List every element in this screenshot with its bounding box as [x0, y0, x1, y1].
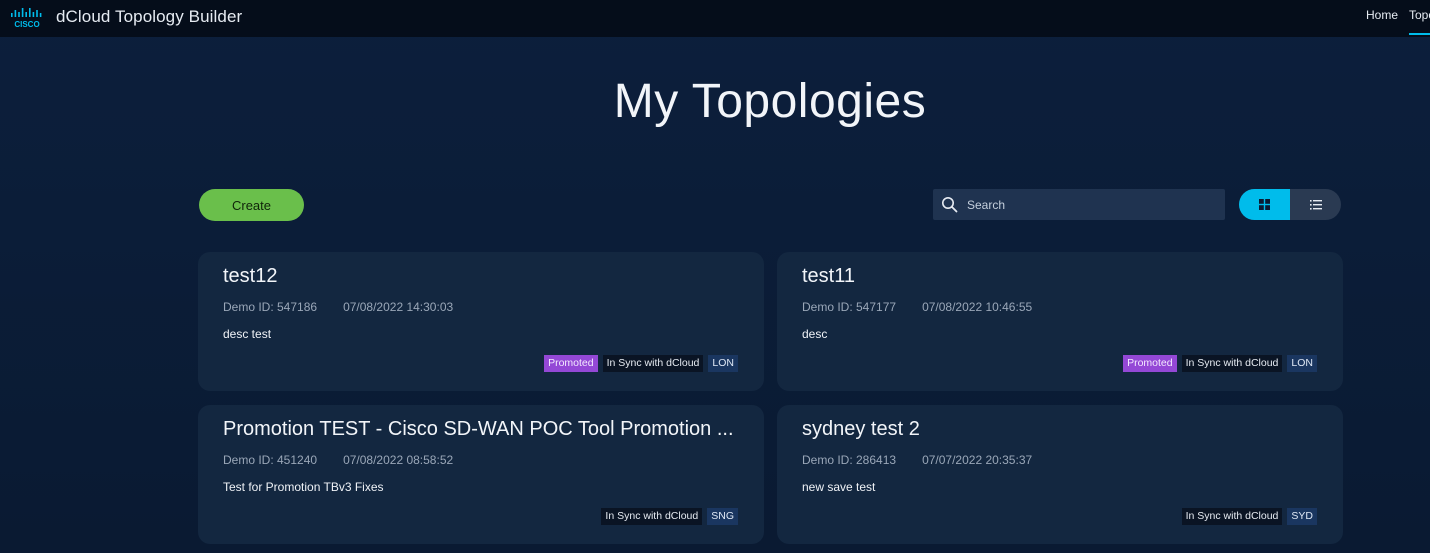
- sync-status-badge: In Sync with dCloud: [1181, 355, 1283, 372]
- grid-icon: [1259, 199, 1270, 210]
- card-title[interactable]: test12: [223, 265, 277, 288]
- card-date: 07/08/2022 10:46:55: [922, 300, 1033, 314]
- card-date: 07/08/2022 08:58:52: [343, 453, 454, 467]
- promoted-badge: Promoted: [544, 355, 598, 372]
- search-box[interactable]: [933, 189, 1225, 220]
- top-bar: CISCO dCloud Topology Builder Home Topol…: [0, 0, 1430, 37]
- cisco-logo-icon[interactable]: CISCO: [10, 7, 44, 29]
- page-title: My Topologies: [613, 75, 927, 128]
- card-badges: Promoted In Sync with dCloud LON: [1123, 355, 1317, 372]
- sync-status-badge: In Sync with dCloud: [601, 508, 703, 525]
- card-date: 07/07/2022 20:35:37: [922, 453, 1033, 467]
- demo-id: Demo ID: 547186: [223, 300, 318, 314]
- sync-status-badge: In Sync with dCloud: [602, 355, 704, 372]
- card-description: desc test: [223, 327, 272, 341]
- card-description: new save test: [802, 480, 876, 494]
- promoted-badge: Promoted: [1123, 355, 1177, 372]
- card-badges: Promoted In Sync with dCloud LON: [544, 355, 738, 372]
- topology-card[interactable]: test11 Demo ID: 547177 07/08/2022 10:46:5…: [777, 252, 1343, 391]
- app-title: dCloud Topology Builder: [56, 7, 243, 26]
- grid-view-button[interactable]: [1239, 189, 1290, 220]
- demo-id: Demo ID: 547177: [802, 300, 897, 314]
- card-meta: Demo ID: 547186 07/08/2022 14:30:03: [223, 300, 453, 314]
- demo-id: Demo ID: 286413: [802, 453, 897, 467]
- location-badge: LON: [708, 355, 738, 372]
- create-button[interactable]: Create: [199, 189, 304, 221]
- svg-text:CISCO: CISCO: [14, 20, 39, 29]
- card-meta: Demo ID: 547177 07/08/2022 10:46:55: [802, 300, 1032, 314]
- card-description: desc: [802, 327, 828, 341]
- list-view-button[interactable]: [1290, 189, 1341, 220]
- demo-id: Demo ID: 451240: [223, 453, 318, 467]
- topology-card[interactable]: Promotion TEST - Cisco SD-WAN POC Tool P…: [198, 405, 764, 544]
- nav-topologies[interactable]: Topologies: [1409, 8, 1430, 36]
- card-meta: Demo ID: 451240 07/08/2022 08:58:52: [223, 453, 453, 467]
- location-badge: SYD: [1287, 508, 1317, 525]
- list-icon: [1309, 199, 1322, 210]
- topology-card[interactable]: sydney test 2 Demo ID: 286413 07/07/2022 …: [777, 405, 1343, 544]
- nav-home[interactable]: Home: [1366, 8, 1398, 22]
- card-title[interactable]: test11: [802, 265, 855, 288]
- card-badges: In Sync with dCloud SYD: [1181, 508, 1317, 525]
- card-description: Test for Promotion TBv3 Fixes: [223, 480, 384, 494]
- search-icon: [942, 197, 958, 213]
- sync-status-badge: In Sync with dCloud: [1181, 508, 1283, 525]
- nav-active-indicator: [1409, 33, 1430, 35]
- view-toggle: [1239, 189, 1341, 220]
- search-input[interactable]: [967, 189, 1217, 220]
- location-badge: SNG: [707, 508, 738, 525]
- topology-card[interactable]: test12 Demo ID: 547186 07/08/2022 14:30:0…: [198, 252, 764, 391]
- location-badge: LON: [1287, 355, 1317, 372]
- card-date: 07/08/2022 14:30:03: [343, 300, 454, 314]
- card-meta: Demo ID: 286413 07/07/2022 20:35:37: [802, 453, 1032, 467]
- card-badges: In Sync with dCloud SNG: [601, 508, 738, 525]
- card-title[interactable]: sydney test 2: [802, 418, 920, 441]
- card-title[interactable]: Promotion TEST - Cisco SD-WAN POC Tool P…: [223, 418, 734, 441]
